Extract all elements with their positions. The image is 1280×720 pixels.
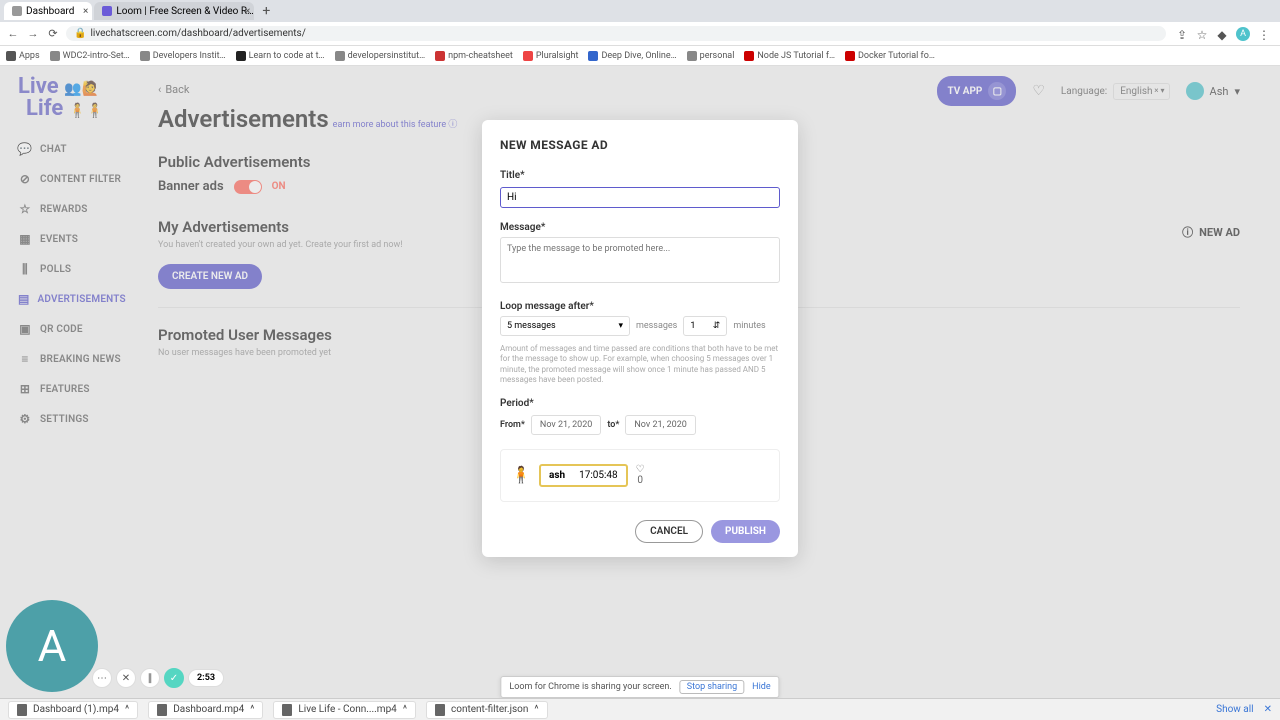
preview-box: 🧍 ash 17:05:48 ♡0 [500,449,780,502]
loom-recorder: A ⋯ ✕ ∥ ✓ 2:53 [6,600,98,692]
loom-pause-button[interactable]: ∥ [140,668,160,688]
message-textarea[interactable] [500,237,780,283]
close-downloads-bar[interactable]: ✕ [1264,704,1272,715]
address-bar[interactable]: 🔒livechatscreen.com/dashboard/advertisem… [66,26,1166,41]
chevron-up-icon[interactable]: ^ [125,704,129,715]
loop-label: Loop message after* [500,301,780,312]
from-date-input[interactable]: Nov 21, 2020 [531,415,601,435]
browser-toolbar: ← → ⟳ 🔒livechatscreen.com/dashboard/adve… [0,22,1280,46]
from-label: From* [500,420,525,430]
forward-icon[interactable]: → [26,27,40,40]
preview-likes: ♡0 [636,464,645,486]
file-icon [17,704,27,716]
minutes-word: minutes [733,321,765,331]
title-input[interactable] [500,187,780,208]
title-label: Title* [500,170,780,181]
cancel-button[interactable]: CANCEL [635,520,703,543]
show-all-downloads[interactable]: Show all [1216,704,1253,715]
download-item[interactable]: content-filter.json^ [426,701,548,719]
file-icon [282,704,292,716]
stepper-icon: ⇵ [713,321,721,331]
publish-button[interactable]: PUBLISH [711,520,780,543]
downloads-bar: Dashboard (1).mp4^ Dashboard.mp4^ Live L… [0,698,1280,720]
bookmark[interactable]: personal [687,51,735,61]
to-date-input[interactable]: Nov 21, 2020 [625,415,695,435]
heart-icon: ♡ [636,464,645,475]
profile-avatar[interactable]: A [1236,27,1250,41]
loop-hint: Amount of messages and time passed are c… [500,344,780,386]
to-label: to* [607,420,619,430]
download-item[interactable]: Live Life - Conn....mp4^ [273,701,416,719]
loom-avatar[interactable]: A [6,600,98,692]
bookmark[interactable]: WDC2-intro-Set… [50,51,130,61]
loom-stop-button[interactable]: ✕ [116,668,136,688]
preview-avatar: 🧍 [511,465,531,485]
bookmark[interactable]: npm-cheatsheet [435,51,513,61]
message-label: Message* [500,222,780,233]
reload-icon[interactable]: ⟳ [46,27,60,40]
preview-message: ash 17:05:48 [539,464,628,487]
hide-notice-button[interactable]: Hide [752,682,770,692]
bookmark[interactable]: Pluralsight [523,51,579,61]
loom-done-button[interactable]: ✓ [164,668,184,688]
menu-icon[interactable]: ⋮ [1258,28,1270,40]
period-label: Period* [500,398,780,409]
loop-messages-select[interactable]: 5 messages▾ [500,316,630,336]
modal-title: NEW MESSAGE AD [500,138,780,152]
new-message-ad-modal: NEW MESSAGE AD Title* Message* Loop mess… [482,120,798,557]
loom-more-button[interactable]: ⋯ [92,668,112,688]
lock-icon: 🔒 [74,28,86,39]
loom-timer: 2:53 [188,669,224,687]
bookmarks-bar: Apps WDC2-intro-Set… Developers Instit… … [0,46,1280,66]
bookmark[interactable]: Docker Tutorial fo… [845,51,935,61]
bookmark[interactable]: Node JS Tutorial f… [744,51,835,61]
browser-tabs: Dashboard× Loom | Free Screen & Video R…… [0,0,1280,22]
minutes-stepper[interactable]: 1⇵ [683,316,727,336]
screen-share-notice: Loom for Chrome is sharing your screen. … [500,676,779,698]
back-icon[interactable]: ← [6,27,20,40]
chevron-up-icon[interactable]: ^ [250,704,254,715]
browser-tab[interactable]: Loom | Free Screen & Video R…× [94,2,254,20]
chevron-up-icon[interactable]: ^ [534,704,538,715]
file-icon [435,704,445,716]
bookmark[interactable]: Apps [6,51,40,61]
extension-icon[interactable]: ◆ [1216,28,1228,40]
download-item[interactable]: Dashboard.mp4^ [148,701,263,719]
bookmark[interactable]: Deep Dive, Online… [588,51,676,61]
bookmark[interactable]: Developers Instit… [140,51,226,61]
bookmark[interactable]: Learn to code at t… [236,51,325,61]
chevron-down-icon: ▾ [618,321,623,331]
download-item[interactable]: Dashboard (1).mp4^ [8,701,138,719]
file-icon [157,704,167,716]
browser-tab[interactable]: Dashboard× [4,2,92,20]
new-tab-button[interactable]: + [256,3,276,19]
messages-word: messages [636,321,677,331]
close-icon[interactable]: × [83,6,88,17]
stop-sharing-button[interactable]: Stop sharing [680,680,744,694]
share-icon[interactable]: ⇪ [1176,28,1188,40]
chevron-up-icon[interactable]: ^ [403,704,407,715]
share-text: Loom for Chrome is sharing your screen. [509,682,671,692]
star-icon[interactable]: ☆ [1196,28,1208,40]
close-icon[interactable]: × [245,6,250,17]
bookmark[interactable]: developersinstitut… [335,51,426,61]
